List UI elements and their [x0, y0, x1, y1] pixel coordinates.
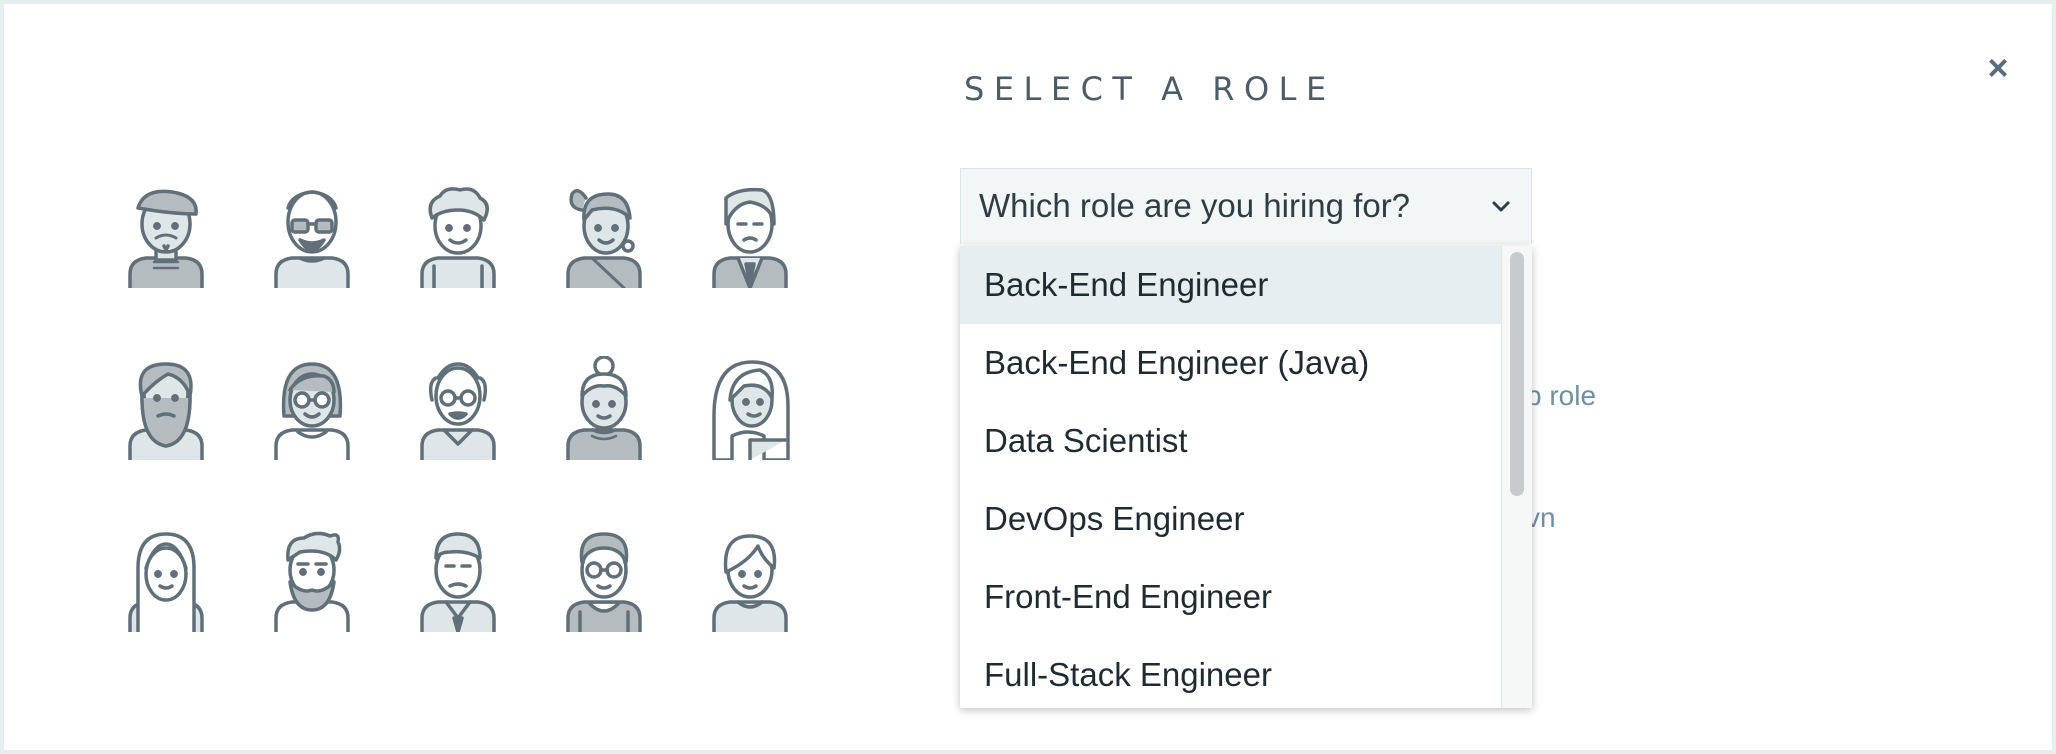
dropdown-scrollbar[interactable]	[1501, 246, 1532, 708]
role-option[interactable]: Data Scientist	[960, 402, 1502, 480]
avatar-long-hair	[124, 528, 208, 634]
avatar-ponytail-earrings	[562, 184, 646, 290]
avatar-long-hair-side	[708, 356, 792, 462]
avatar-curly-hair	[416, 184, 500, 290]
avatar-full-beard	[124, 356, 208, 462]
background-text-fragment: b role	[1526, 380, 1597, 411]
avatar-beret-moustache	[124, 184, 208, 290]
avatar-bald-glasses	[270, 184, 354, 290]
scrollbar-thumb[interactable]	[1510, 252, 1524, 496]
avatar-bun	[562, 355, 646, 462]
avatar-older-glasses	[416, 356, 500, 462]
dialog-title: SELECT A ROLE	[964, 70, 1336, 108]
role-option[interactable]: DevOps Engineer	[960, 480, 1502, 558]
role-option[interactable]: Front-End Engineer	[960, 558, 1502, 636]
avatar-bob-glasses	[270, 356, 354, 462]
role-option[interactable]: Back-End Engineer (Java)	[960, 324, 1502, 402]
role-option[interactable]: Back-End Engineer	[960, 246, 1502, 324]
close-icon[interactable]: ×	[1978, 48, 2018, 88]
role-option[interactable]: Full-Stack Engineer	[960, 636, 1502, 708]
avatar-grid	[124, 184, 804, 644]
avatar-side-part	[708, 528, 792, 634]
avatar-suit-tie	[708, 184, 792, 290]
role-select-placeholder: Which role are you hiring for?	[979, 187, 1411, 224]
role-select[interactable]: Which role are you hiring for?	[960, 168, 1532, 244]
avatar-glasses-sweater	[562, 528, 646, 634]
avatar-quiff-beard	[270, 528, 354, 634]
avatar-shirt-tie	[416, 528, 500, 634]
chevron-down-icon[interactable]	[1489, 195, 1513, 219]
role-dropdown-list: Back-End Engineer Back-End Engineer (Jav…	[960, 246, 1532, 708]
